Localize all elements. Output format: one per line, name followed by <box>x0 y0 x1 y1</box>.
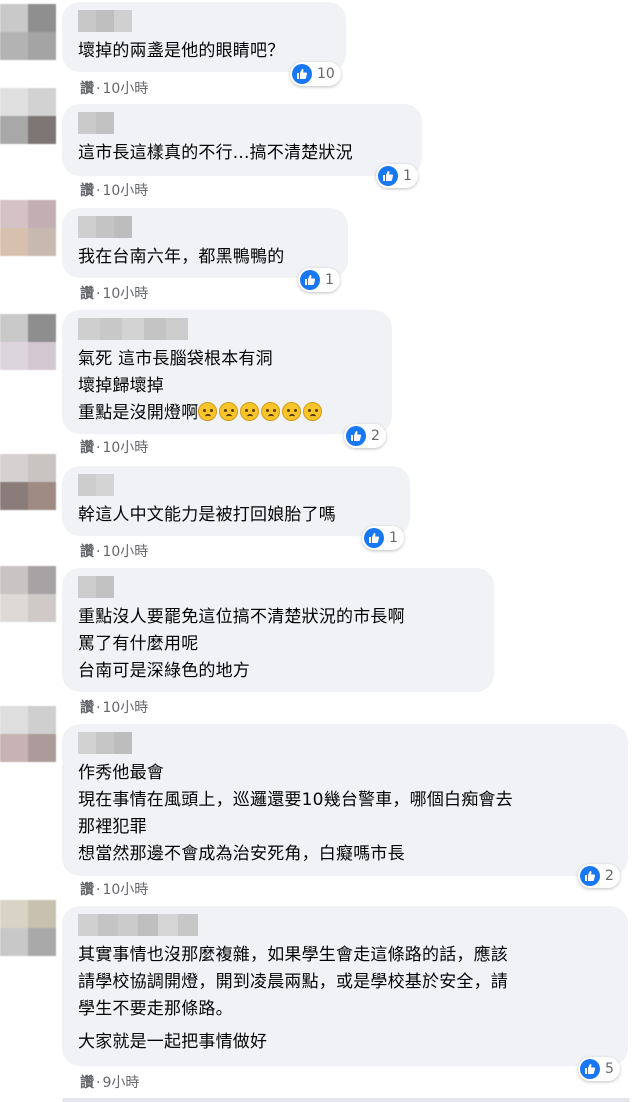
reaction-count[interactable]: 5 <box>578 1057 620 1081</box>
comment-bubble: 重點沒人要罷免這位搞不清楚狀況的市長啊 罵了有什麼用呢 台南可是深綠色的地方 <box>62 568 494 692</box>
reaction-count[interactable]: 10 <box>290 62 341 86</box>
avatar[interactable] <box>0 900 56 956</box>
reaction-count-value: 1 <box>403 168 412 184</box>
author-name-blurred[interactable] <box>78 10 332 32</box>
timestamp[interactable]: 10小時 <box>102 882 148 898</box>
comment-meta: 讚 · 9小時 <box>80 1075 140 1091</box>
avatar[interactable] <box>0 706 56 762</box>
comment-text-line: 現在事情在風頭上，巡邏還要10幾台警車，哪個白痴會去 <box>78 790 513 810</box>
timestamp[interactable]: 9小時 <box>102 1075 139 1091</box>
reaction-count-value: 2 <box>605 868 614 884</box>
comment-text-line: 作秀他最會 <box>78 763 164 783</box>
comment-text: 這市長這樣真的不行...搞不清楚狀況 <box>78 143 353 163</box>
timestamp[interactable]: 10小時 <box>102 286 148 302</box>
timestamp[interactable]: 10小時 <box>102 440 148 456</box>
comment-text-line: 那裡犯罪 <box>78 817 147 837</box>
sad-face-emoji-icon <box>240 402 260 421</box>
like-button[interactable]: 讚 <box>80 286 94 302</box>
like-button[interactable]: 讚 <box>80 183 94 199</box>
like-thumbs-up-icon <box>346 426 366 446</box>
comment-bubble: 這市長這樣真的不行...搞不清楚狀況 <box>62 104 422 176</box>
comment-bubble: 其實事情也沒那麼複雜，如果學生會走這條路的話，應該 請學校協調開燈，開到凌晨兩點… <box>62 906 628 1066</box>
author-name-blurred[interactable] <box>78 216 334 238</box>
comment-bubble: 氣死 這市長腦袋根本有洞 壞掉歸壞掉 重點是沒開燈啊 <box>62 310 392 434</box>
comment-meta: 讚 · 10小時 <box>80 440 149 456</box>
like-button[interactable]: 讚 <box>80 81 94 97</box>
author-name-blurred[interactable] <box>78 732 614 754</box>
comment-text-line: 大家就是一起把事情做好 <box>78 1032 268 1052</box>
like-thumbs-up-icon <box>364 528 384 548</box>
like-thumbs-up-icon <box>378 166 398 186</box>
timestamp[interactable]: 10小時 <box>102 183 148 199</box>
comment-text-line: 氣死 這市長腦袋根本有洞 <box>78 349 273 369</box>
comment-meta: 讚 · 10小時 <box>80 882 149 898</box>
comment-meta: 讚 · 10小時 <box>80 544 149 560</box>
reaction-count[interactable]: 2 <box>344 424 386 448</box>
avatar[interactable] <box>0 4 56 60</box>
like-thumbs-up-icon <box>292 64 312 84</box>
comment-bubble: 我在台南六年，都黑鴨鴨的 <box>62 208 348 278</box>
like-button[interactable]: 讚 <box>80 700 94 716</box>
author-name-blurred[interactable] <box>78 474 396 496</box>
reaction-count[interactable]: 1 <box>362 526 404 550</box>
like-button[interactable]: 讚 <box>80 882 94 898</box>
comment-text-line: 重點是沒開燈啊 <box>78 400 378 427</box>
sad-face-emoji-icon <box>303 402 323 421</box>
reaction-count-value: 5 <box>605 1061 614 1077</box>
reaction-count-value: 1 <box>325 272 334 288</box>
comment-bubble: 幹這人中文能力是被打回娘胎了嗎 <box>62 466 410 536</box>
comment-meta: 讚 · 10小時 <box>80 81 149 97</box>
reaction-count[interactable]: 2 <box>578 864 620 888</box>
comment-text: 幹這人中文能力是被打回娘胎了嗎 <box>78 505 336 525</box>
reaction-count[interactable]: 1 <box>298 268 340 292</box>
avatar[interactable] <box>0 454 56 510</box>
comment-text-line: 壞掉歸壞掉 <box>78 376 164 396</box>
comment-text-line: 罵了有什麼用呢 <box>78 634 199 654</box>
comment-text-line: 請學校協調開燈，開到凌晨兩點，或是學校基於安全，請 <box>78 972 508 992</box>
avatar[interactable] <box>0 88 56 144</box>
avatar[interactable] <box>0 200 56 256</box>
comment-text-line: 其實事情也沒那麼複雜，如果學生會走這條路的話，應該 <box>78 945 508 965</box>
reaction-count-value: 10 <box>317 66 335 82</box>
like-button[interactable]: 讚 <box>80 544 94 560</box>
comment-meta: 讚 · 10小時 <box>80 700 149 716</box>
sad-face-emoji-icon <box>282 402 302 421</box>
comment-text-line: 台南可是深綠色的地方 <box>78 661 250 681</box>
comment-text-line: 想當然那邊不會成為治安死角，白癡嗎市長 <box>78 844 405 864</box>
avatar[interactable] <box>0 566 56 622</box>
avatar[interactable] <box>0 314 56 370</box>
reaction-count-value: 1 <box>389 530 398 546</box>
like-thumbs-up-icon <box>580 1059 600 1079</box>
timestamp[interactable]: 10小時 <box>102 81 148 97</box>
like-thumbs-up-icon <box>580 866 600 886</box>
reaction-count-value: 2 <box>371 428 380 444</box>
like-button[interactable]: 讚 <box>80 1075 94 1091</box>
comment-text: 壞掉的兩盞是他的眼睛吧？ <box>78 41 285 61</box>
comment-text-line: 學生不要走那條路。 <box>78 999 233 1019</box>
author-name-blurred[interactable] <box>78 914 614 936</box>
timestamp[interactable]: 10小時 <box>102 700 148 716</box>
author-name-blurred[interactable] <box>78 112 408 134</box>
comment-meta: 讚 · 10小時 <box>80 286 149 302</box>
comment-text: 我在台南六年，都黑鴨鴨的 <box>78 247 285 267</box>
like-button[interactable]: 讚 <box>80 440 94 456</box>
author-name-blurred[interactable] <box>78 318 378 340</box>
comment-text-line: 重點沒人要罷免這位搞不清楚狀況的市長啊 <box>78 607 405 627</box>
comment-bubble: 作秀他最會 現在事情在風頭上，巡邏還要10幾台警車，哪個白痴會去 那裡犯罪 想當… <box>62 724 628 876</box>
timestamp[interactable]: 10小時 <box>102 544 148 560</box>
comment-meta: 讚 · 10小時 <box>80 183 149 199</box>
author-name-blurred[interactable] <box>78 576 480 598</box>
reaction-count[interactable]: 1 <box>376 164 418 188</box>
sad-face-emoji-icon <box>219 402 239 421</box>
sad-face-emoji-icon <box>261 402 281 421</box>
sad-face-emoji-icon <box>198 402 218 421</box>
like-thumbs-up-icon <box>300 270 320 290</box>
next-comment-edge <box>62 1098 630 1102</box>
comment-text-line-text: 重點是沒開燈啊 <box>78 403 199 423</box>
